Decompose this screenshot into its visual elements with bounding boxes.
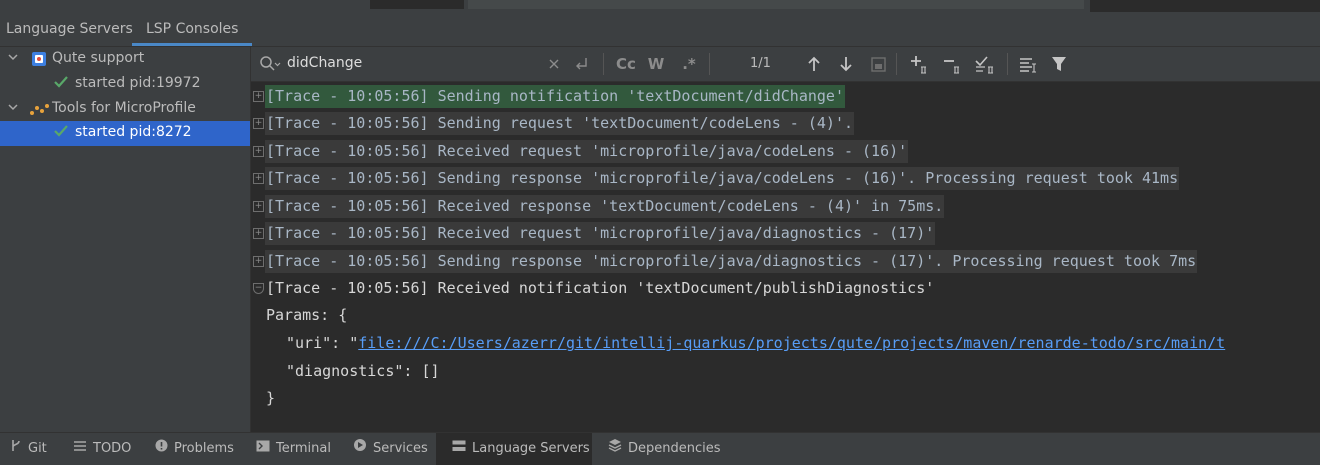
- expand-icon[interactable]: +: [253, 173, 264, 184]
- problems-icon: [155, 433, 168, 465]
- checkmark-icon: [53, 123, 69, 139]
- select-all-occurrences-check-icon[interactable]: [973, 53, 997, 75]
- qute-icon: [31, 51, 47, 67]
- log-line-text: [Trace - 10:05:56] Sending notification …: [265, 85, 845, 108]
- tree-node-qute-process[interactable]: started pid:19972: [0, 72, 250, 97]
- expand-icon[interactable]: +: [253, 91, 264, 102]
- tool-dependencies-label: Dependencies: [628, 441, 721, 456]
- tool-terminal-label: Terminal: [276, 441, 331, 456]
- tree-node-label: Qute support: [52, 50, 145, 66]
- match-counter: 1/1: [750, 56, 771, 71]
- tool-window-bar: Git TODO Problems Terminal Services Lang…: [0, 432, 1320, 465]
- remove-occurrence-icon[interactable]: [941, 53, 965, 75]
- tree-node-tools-for-microprofile[interactable]: Tools for MicroProfile: [0, 97, 250, 122]
- toolbar-separator: [896, 53, 897, 75]
- search-input[interactable]: didChange: [287, 55, 362, 71]
- params-uri-key: "uri": ": [286, 334, 359, 352]
- toolbar-separator: [603, 53, 604, 75]
- params-open: Params: {: [266, 306, 348, 324]
- tool-problems-label: Problems: [174, 441, 234, 456]
- tool-problems[interactable]: Problems: [155, 433, 234, 465]
- params-diagnostics: "diagnostics": []: [286, 362, 440, 380]
- chevron-down-icon[interactable]: [8, 101, 18, 115]
- tool-todo[interactable]: TODO: [73, 433, 131, 465]
- expand-icon[interactable]: +: [253, 118, 264, 129]
- console-log: + [Trace - 10:05:56] Sending notificatio…: [251, 82, 1320, 432]
- editor-fragment: [468, 0, 1084, 9]
- clear-search-icon[interactable]: [547, 53, 561, 75]
- editor-fragment: [1090, 0, 1320, 12]
- select-all-occurrences-icon[interactable]: [870, 53, 888, 75]
- regex-button[interactable]: .*: [680, 53, 698, 75]
- console-search-toolbar: didChange Cc W .* 1/1: [251, 47, 1320, 82]
- tool-todo-label: TODO: [93, 441, 132, 456]
- tool-dependencies[interactable]: Dependencies: [608, 433, 721, 465]
- filter-icon[interactable]: [1050, 53, 1068, 75]
- words-button[interactable]: W: [647, 53, 665, 75]
- tool-services-label: Services: [373, 441, 428, 456]
- tree-node-status: started pid:8272: [75, 124, 192, 140]
- tree-node-label: Tools for MicroProfile: [52, 100, 196, 116]
- tool-language-servers[interactable]: Language Servers: [436, 433, 592, 465]
- log-line-text: [Trace - 10:05:56] Received notification…: [266, 279, 935, 297]
- dependencies-icon: [608, 433, 622, 465]
- checkmark-icon: [53, 74, 69, 90]
- match-case-button[interactable]: Cc: [614, 53, 638, 75]
- editor-fragment: [370, 0, 464, 9]
- tab-lsp-consoles[interactable]: LSP Consoles: [131, 12, 253, 46]
- expand-icon[interactable]: +: [253, 201, 264, 212]
- expand-icon[interactable]: +: [253, 256, 264, 267]
- collapse-icon[interactable]: −: [253, 283, 264, 294]
- tool-terminal[interactable]: Terminal: [256, 433, 331, 465]
- log-line-text: [Trace - 10:05:56] Sending request 'text…: [265, 112, 854, 135]
- todo-list-icon: [73, 433, 87, 465]
- add-occurrence-icon[interactable]: [908, 53, 932, 75]
- tool-language-servers-label: Language Servers: [472, 441, 590, 456]
- git-branch-icon: [10, 433, 22, 465]
- server-tree: Qute support started pid:19972 Tools for…: [0, 47, 251, 432]
- log-line-text: [Trace - 10:05:56] Received request 'mic…: [265, 222, 936, 245]
- expand-icon[interactable]: +: [253, 228, 264, 239]
- tool-services[interactable]: Services: [353, 433, 428, 465]
- next-occurrence-icon[interactable]: [837, 53, 855, 75]
- params-close: }: [266, 389, 276, 407]
- previous-occurrence-icon[interactable]: [805, 53, 823, 75]
- tool-git[interactable]: Git: [10, 433, 47, 465]
- tool-git-label: Git: [28, 441, 47, 456]
- tree-node-status: started pid:19972: [75, 75, 201, 91]
- log-line-text: [Trace - 10:05:56] Received request 'mic…: [265, 140, 909, 163]
- search-icon[interactable]: [259, 55, 281, 73]
- chevron-down-icon[interactable]: [8, 51, 18, 65]
- toolbar-separator: [709, 53, 710, 75]
- params-uri-line: "uri": "file:///C:/Users/azerr/git/intel…: [286, 334, 1225, 352]
- tree-node-qute-support[interactable]: Qute support: [0, 47, 250, 72]
- microprofile-icon: [29, 101, 49, 117]
- services-icon: [353, 433, 367, 465]
- editor-top-strip: [0, 0, 1320, 12]
- language-servers-icon: [452, 433, 466, 465]
- expand-icon[interactable]: +: [253, 146, 264, 157]
- filter-search-results-icon[interactable]: [1018, 53, 1038, 75]
- terminal-icon: [256, 433, 270, 465]
- tab-language-servers[interactable]: Language Servers: [6, 12, 133, 46]
- log-line-text: [Trace - 10:05:56] Sending response 'mic…: [265, 167, 1180, 190]
- params-uri-link[interactable]: file:///C:/Users/azerr/git/intellij-quar…: [358, 334, 1225, 352]
- toolbar-separator: [1007, 53, 1008, 75]
- log-line-text: [Trace - 10:05:56] Received response 'te…: [265, 195, 945, 218]
- new-line-icon[interactable]: [572, 53, 590, 75]
- tool-window-tabs: Language Servers LSP Consoles: [0, 12, 1320, 47]
- tree-node-microprofile-process[interactable]: started pid:8272: [0, 121, 250, 146]
- log-line-text: [Trace - 10:05:56] Sending response 'mic…: [265, 250, 1198, 273]
